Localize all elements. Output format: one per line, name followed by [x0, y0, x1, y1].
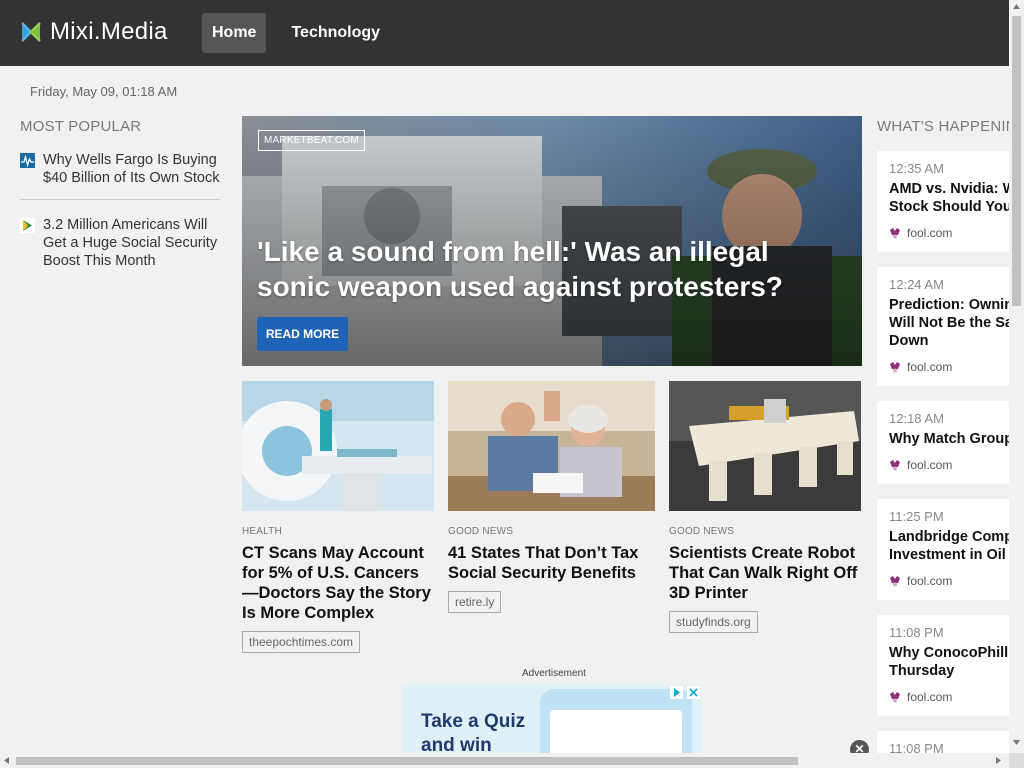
card-title[interactable]: 41 States That Don’t Tax Social Security… — [448, 543, 655, 583]
news-item[interactable]: 12:35 AM AMD vs. Nvidia: W Stock Should … — [877, 151, 1009, 252]
news-source: fool.com — [889, 458, 1009, 472]
publisher-logo-icon — [20, 218, 35, 233]
article-card[interactable]: GOOD NEWS 41 States That Don’t Tax Socia… — [448, 381, 655, 613]
advertisement-label: Advertisement — [522, 668, 586, 679]
vertical-scrollbar[interactable] — [1009, 0, 1024, 753]
news-time: 11:08 PM — [889, 625, 944, 640]
news-source: fool.com — [889, 574, 1009, 588]
brand-name: Mixi.Media — [50, 18, 168, 45]
fool-jester-icon — [890, 460, 900, 471]
news-time: 12:24 AM — [889, 277, 944, 292]
brand-logo[interactable]: Mixi.Media — [20, 18, 168, 46]
article-card[interactable]: HEALTH CT Scans May Account for 5% of U.… — [242, 381, 434, 653]
news-title[interactable]: Prediction: Ownin Will Not Be the Sa Dow… — [889, 296, 1009, 350]
hero-title[interactable]: 'Like a sound from hell:' Was an illegal… — [257, 234, 817, 304]
card-category: HEALTH — [242, 526, 282, 537]
news-title[interactable]: AMD vs. Nvidia: W Stock Should You — [889, 180, 1009, 216]
fool-jester-icon — [890, 362, 900, 373]
stock-chart-icon — [20, 153, 35, 168]
page-viewport: Mixi.Media Home Technology Friday, May 0… — [0, 0, 1009, 753]
adchoices-icon[interactable] — [670, 686, 683, 699]
news-item[interactable]: 11:25 PM Landbridge Compa Investment in … — [877, 499, 1009, 600]
scroll-right-arrow-icon[interactable] — [996, 757, 1001, 764]
article-card[interactable]: GOOD NEWS Scientists Create Robot That C… — [669, 381, 861, 633]
horizontal-scrollbar[interactable] — [0, 753, 1009, 768]
news-item[interactable]: 11:08 PM — [877, 731, 1009, 753]
scrollbar-corner — [1009, 753, 1024, 768]
current-date: Friday, May 09, 01:18 AM — [30, 84, 178, 99]
news-time: 11:08 PM — [889, 741, 944, 753]
top-navigation-bar: Mixi.Media Home Technology — [0, 0, 1009, 66]
news-source: fool.com — [889, 360, 1009, 374]
most-popular-heading: MOST POPULAR — [20, 118, 142, 135]
close-overlay-button[interactable]: ✕ — [850, 740, 869, 753]
ct-scanner-photo[interactable] — [242, 381, 434, 511]
news-title[interactable]: Landbridge Compa Investment in Oil L — [889, 528, 1009, 564]
news-source: fool.com — [889, 226, 1009, 240]
news-source-label: fool.com — [907, 458, 953, 472]
news-item[interactable]: 12:24 AM Prediction: Ownin Will Not Be t… — [877, 267, 1009, 386]
popular-item[interactable]: 3.2 Million Americans Will Get a Huge So… — [20, 216, 220, 282]
news-source-label: fool.com — [907, 226, 953, 240]
news-source: fool.com — [889, 690, 1009, 704]
popular-item-title: 3.2 Million Americans Will Get a Huge So… — [43, 217, 218, 269]
news-title[interactable]: Why ConocoPhilli Thursday — [889, 644, 1009, 680]
card-title[interactable]: Scientists Create Robot That Can Walk Ri… — [669, 543, 861, 603]
news-time: 12:18 AM — [889, 411, 944, 426]
scroll-left-arrow-icon[interactable] — [4, 757, 9, 764]
scroll-up-arrow-icon[interactable] — [1013, 4, 1020, 9]
ad-phone-screen — [550, 710, 682, 753]
card-source[interactable]: retire.ly — [448, 591, 502, 613]
news-source-label: fool.com — [907, 360, 953, 374]
card-source[interactable]: theepochtimes.com — [242, 631, 361, 653]
scroll-down-arrow-icon[interactable] — [1013, 740, 1020, 745]
news-source-label: fool.com — [907, 690, 953, 704]
news-title[interactable]: Why Match Group — [889, 430, 1009, 448]
popular-item-title: Why Wells Fargo Is Buying $40 Billion of… — [43, 152, 220, 186]
news-item[interactable]: 12:18 AM Why Match Group fool.com — [877, 401, 1009, 484]
ad-close-icon[interactable] — [687, 686, 700, 699]
nav-technology[interactable]: Technology — [271, 13, 390, 53]
mixi-logo-icon — [21, 22, 41, 42]
fool-jester-icon — [890, 228, 900, 239]
nav-home[interactable]: Home — [202, 13, 267, 53]
news-time: 11:25 PM — [889, 509, 944, 524]
senior-couple-high-five-photo[interactable] — [448, 381, 655, 511]
news-item[interactable]: 11:08 PM Why ConocoPhilli Thursday fool.… — [877, 615, 1009, 716]
vertical-scrollbar-thumb[interactable] — [1012, 16, 1021, 306]
fool-jester-icon — [890, 692, 900, 703]
hero-article[interactable]: MARKETBEAT.COM 'Like a sound from hell:'… — [242, 116, 862, 366]
main-nav: Home Technology — [202, 13, 390, 53]
advertisement-banner[interactable]: Take a Quiz and win — [402, 685, 701, 753]
ad-text-line-2: and win — [421, 735, 492, 753]
read-more-button[interactable]: READ MORE — [257, 317, 348, 351]
card-title[interactable]: CT Scans May Account for 5% of U.S. Canc… — [242, 543, 434, 623]
card-source[interactable]: studyfinds.org — [669, 611, 758, 633]
news-source-label: fool.com — [907, 574, 953, 588]
most-popular-sidebar: MOST POPULAR Why Wells Fargo Is Buying $… — [20, 118, 220, 298]
ad-headline: Take a Quiz and win — [421, 710, 525, 753]
popular-item[interactable]: Why Wells Fargo Is Buying $40 Billion of… — [20, 151, 220, 200]
horizontal-scrollbar-thumb[interactable] — [16, 757, 798, 765]
3d-printed-robot-photo[interactable] — [669, 381, 861, 511]
card-category: GOOD NEWS — [669, 526, 735, 537]
card-category: GOOD NEWS — [448, 526, 514, 537]
whats-happening-column: WHAT'S HAPPENIN 12:35 AM AMD vs. Nvidia:… — [877, 118, 1009, 753]
fool-jester-icon — [890, 576, 900, 587]
news-time: 12:35 AM — [889, 161, 944, 176]
ad-text-line-1: Take a Quiz — [421, 711, 526, 732]
hero-source-tag[interactable]: MARKETBEAT.COM — [258, 130, 365, 151]
whats-happening-heading: WHAT'S HAPPENIN — [877, 118, 1009, 135]
